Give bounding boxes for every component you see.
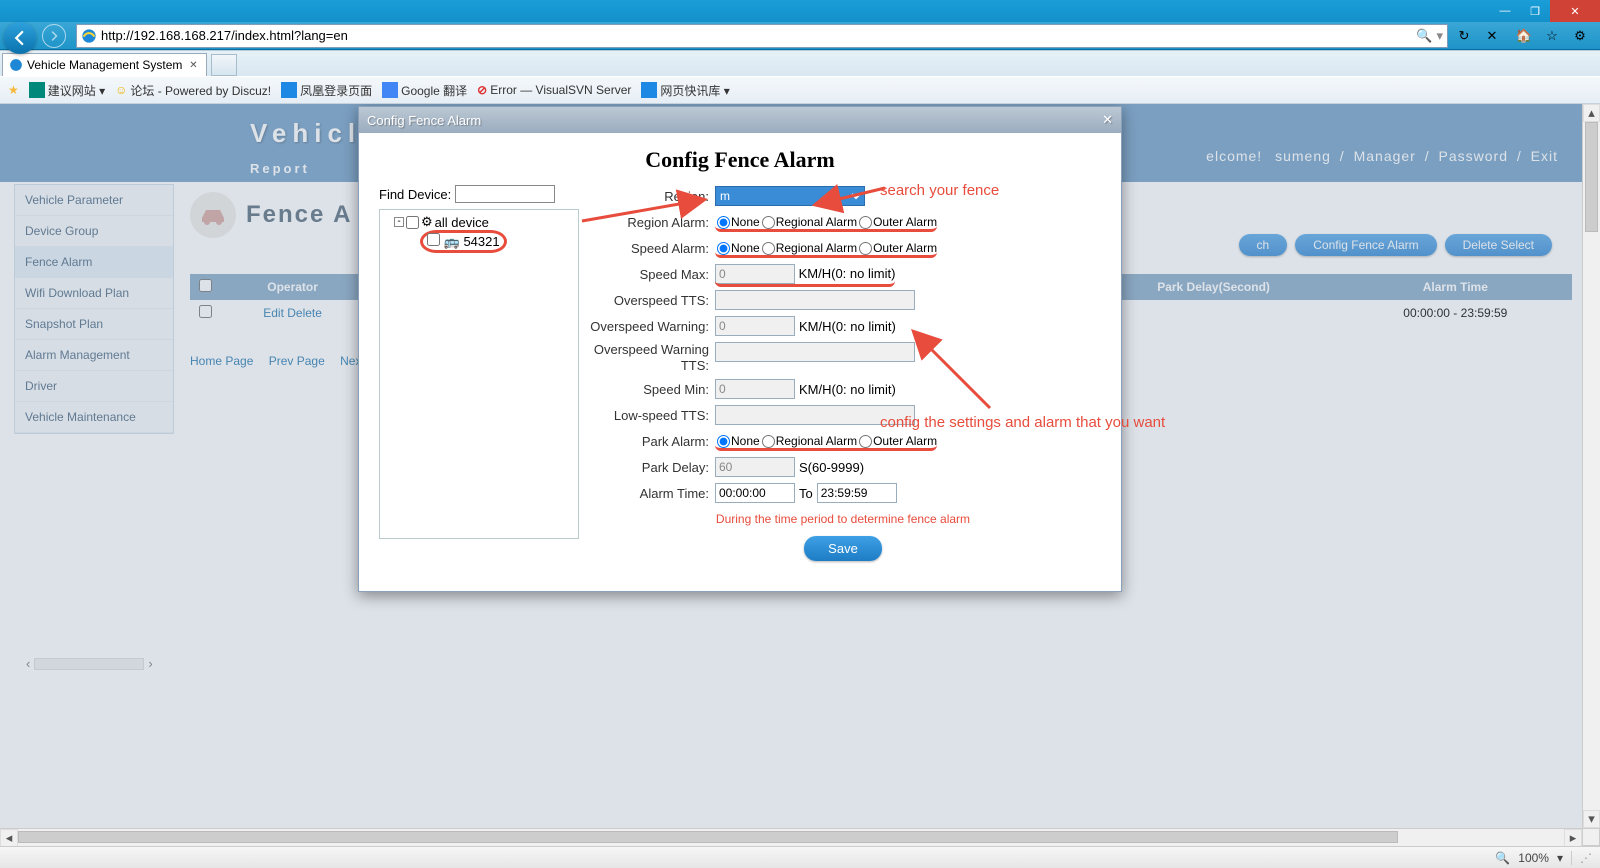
overspeed-warning-tts-input[interactable] [715, 342, 915, 362]
zoom-icon[interactable]: 🔍 [1495, 851, 1510, 865]
vscroll-down[interactable]: ▾ [1583, 810, 1600, 828]
save-button[interactable]: Save [804, 536, 882, 561]
lowspeed-tts-input[interactable] [715, 405, 915, 425]
favorites-icon[interactable]: ☆ [1540, 25, 1564, 47]
overspeed-warning-tts-label: Overspeed WarningTTS: [585, 342, 715, 373]
speed-alarm-none[interactable] [717, 242, 730, 255]
nav-forward-button[interactable] [42, 24, 66, 48]
vscrollbar[interactable]: ▴ ▾ [1582, 104, 1600, 828]
zoom-value: 100% [1518, 851, 1549, 865]
gear-icon: ⚙ [421, 214, 433, 230]
park-alarm-regional[interactable] [762, 435, 775, 448]
region-alarm-outer[interactable] [859, 216, 872, 229]
speed-max-label: Speed Max: [585, 267, 715, 282]
stop-button[interactable]: ✕ [1480, 25, 1504, 47]
hscroll-left[interactable]: ◂ [0, 829, 18, 847]
tree-collapse-icon[interactable]: - [394, 217, 404, 227]
speed-alarm-outer[interactable] [859, 242, 872, 255]
speed-max-input[interactable] [715, 264, 795, 284]
tree-root-label[interactable]: all device [435, 215, 489, 230]
overspeed-warning-input[interactable] [715, 316, 795, 336]
dialog-heading: Config Fence Alarm [379, 143, 1101, 183]
resize-grip[interactable]: ⋰ [1580, 851, 1592, 865]
window-restore-button[interactable]: ❐ [1520, 0, 1550, 22]
park-alarm-none[interactable] [717, 435, 730, 448]
vscroll-thumb[interactable] [1585, 122, 1598, 232]
speed-min-input[interactable] [715, 379, 795, 399]
tab-close-icon[interactable]: ✕ [186, 58, 200, 72]
search-dropdown-icon[interactable]: 🔍 [1412, 25, 1436, 47]
hscroll-right[interactable]: ▸ [1564, 829, 1582, 847]
browser-tab[interactable]: Vehicle Management System ✕ [2, 53, 207, 76]
find-device-input[interactable] [455, 185, 555, 203]
region-label: Region: [585, 189, 715, 204]
home-icon[interactable]: 🏠 [1512, 25, 1536, 47]
fav-link-4[interactable]: ⊘Error — VisualSVN Server [477, 83, 631, 97]
window-minimize-button[interactable]: — [1490, 0, 1520, 22]
scroll-corner [1582, 828, 1600, 846]
ie-icon [9, 58, 23, 72]
tab-title: Vehicle Management System [27, 58, 182, 72]
find-device-label: Find Device: [379, 187, 451, 202]
refresh-button[interactable]: ↻ [1452, 25, 1476, 47]
park-delay-label: Park Delay: [585, 460, 715, 475]
overspeed-tts-label: Overspeed TTS: [585, 293, 715, 308]
alarm-time-label: Alarm Time: [585, 486, 715, 501]
region-select[interactable]: m [715, 186, 865, 206]
lowspeed-tts-label: Low-speed TTS: [585, 408, 715, 423]
park-delay-input[interactable] [715, 457, 795, 477]
address-bar[interactable]: http://192.168.168.217/index.html?lang=e… [76, 24, 1448, 48]
fav-link-3[interactable]: Google 翻译 [382, 82, 467, 99]
park-alarm-group: None Regional Alarm Outer Alarm [715, 434, 937, 448]
fav-link-0[interactable]: 建议网站 ▾ [29, 82, 105, 99]
overspeed-tts-input[interactable] [715, 290, 915, 310]
device-tree: - ⚙ all device 🚌 54321 [379, 209, 579, 539]
region-alarm-regional[interactable] [762, 216, 775, 229]
url-text[interactable]: http://192.168.168.217/index.html?lang=e… [101, 28, 348, 43]
region-alarm-label: Region Alarm: [585, 215, 715, 230]
fav-link-2[interactable]: 凤凰登录页面 [281, 82, 372, 99]
hscrollbar[interactable]: ◂ ▸ [0, 828, 1582, 846]
vscroll-up[interactable]: ▴ [1583, 104, 1600, 122]
window-close-button[interactable]: ✕ [1550, 0, 1600, 22]
region-alarm-group: None Regional Alarm Outer Alarm [715, 215, 937, 229]
tree-child-label[interactable]: 54321 [463, 234, 499, 249]
hscroll-thumb[interactable] [18, 831, 1398, 843]
speed-alarm-group: None Regional Alarm Outer Alarm [715, 241, 937, 255]
tree-child-checkbox[interactable] [427, 233, 440, 246]
nav-back-button[interactable] [4, 22, 36, 54]
vehicle-icon: 🚌 [444, 234, 460, 249]
favorites-star-icon[interactable]: ★ [8, 83, 19, 97]
config-fence-alarm-dialog: Config Fence Alarm ✕ Config Fence Alarm … [358, 106, 1122, 592]
fav-link-5[interactable]: 网页快讯库 ▾ [641, 82, 729, 99]
new-tab-button[interactable] [211, 54, 237, 76]
tree-root-checkbox[interactable] [406, 216, 419, 229]
overspeed-warning-label: Overspeed Warning: [585, 319, 715, 334]
time-note: During the time period to determine fenc… [585, 506, 1101, 526]
speed-alarm-regional[interactable] [762, 242, 775, 255]
speed-alarm-label: Speed Alarm: [585, 241, 715, 256]
speed-min-label: Speed Min: [585, 382, 715, 397]
dialog-close-icon[interactable]: ✕ [1102, 112, 1113, 128]
park-alarm-outer[interactable] [859, 435, 872, 448]
dialog-title: Config Fence Alarm [367, 113, 481, 128]
alarm-time-to[interactable] [817, 483, 897, 503]
ie-icon [81, 28, 97, 44]
park-alarm-label: Park Alarm: [585, 434, 715, 449]
tools-icon[interactable]: ⚙ [1568, 25, 1592, 47]
alarm-time-from[interactable] [715, 483, 795, 503]
zoom-dropdown[interactable]: ▾ [1557, 851, 1563, 865]
region-alarm-none[interactable] [717, 216, 730, 229]
fav-link-1[interactable]: ☺论坛 - Powered by Discuz! [115, 82, 271, 99]
